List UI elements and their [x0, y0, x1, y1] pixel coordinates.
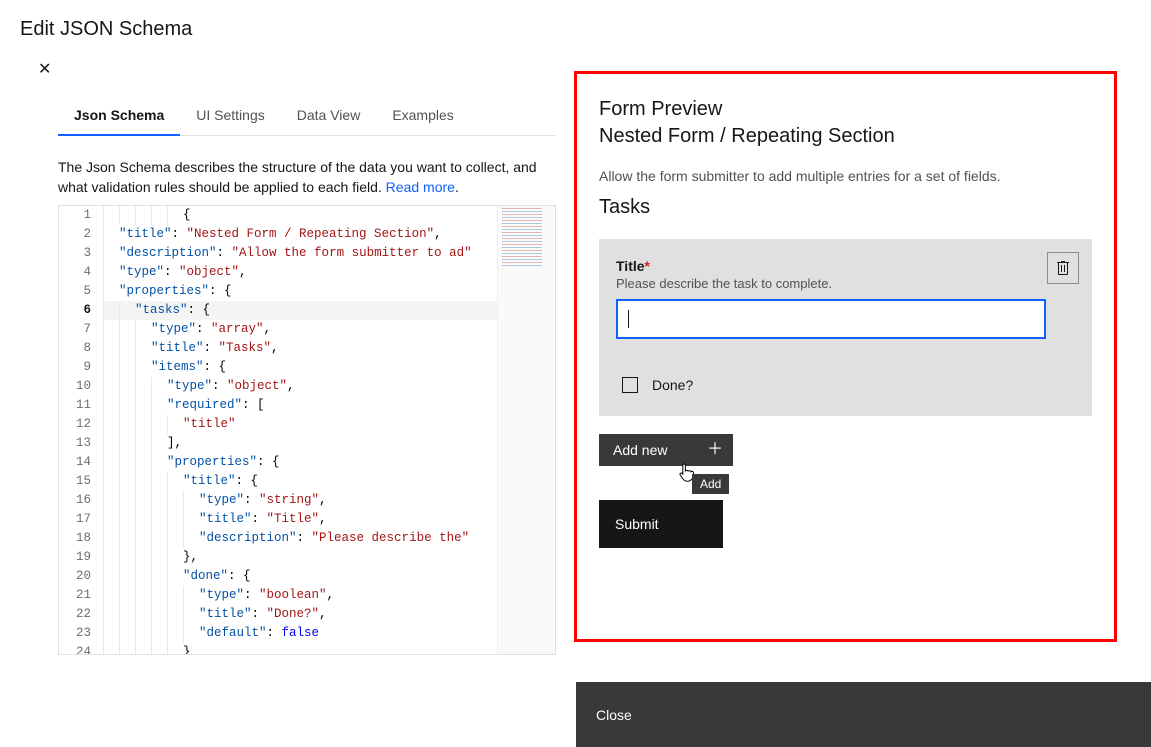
close-button[interactable]: Close — [576, 682, 1151, 747]
editor-minimap[interactable] — [497, 206, 555, 654]
plus-icon: ＋ — [707, 442, 723, 458]
title-field-label: Title* — [616, 258, 1075, 274]
done-label: Done? — [652, 377, 693, 393]
preview-frame: Form Preview Nested Form / Repeating Sec… — [574, 71, 1117, 642]
delete-task-button[interactable] — [1047, 252, 1079, 284]
tab-description: The Json Schema describes the structure … — [58, 158, 546, 197]
tab-data-view[interactable]: Data View — [281, 97, 377, 135]
tab-description-text: The Json Schema describes the structure … — [58, 159, 537, 195]
submit-button[interactable]: Submit — [599, 500, 723, 548]
tab-examples[interactable]: Examples — [376, 97, 469, 135]
title-field-help: Please describe the task to complete. — [616, 276, 1075, 291]
preview-form-title: Nested Form / Repeating Section — [599, 125, 1092, 148]
tab-ui-settings[interactable]: UI Settings — [180, 97, 280, 135]
trash-icon — [1055, 260, 1071, 276]
form-preview-panel: Form Preview Nested Form / Repeating Sec… — [574, 71, 1117, 642]
preview-section-title: Tasks — [599, 196, 1092, 219]
code-editor[interactable]: 1 2 3 4 5 6 7 8 9 10 11 12 13 14 15 16 1 — [58, 205, 556, 655]
preview-heading: Form Preview — [599, 98, 1092, 121]
schema-editor-panel: Json Schema UI Settings Data View Exampl… — [0, 97, 556, 655]
preview-form-description: Allow the form submitter to add multiple… — [599, 168, 1092, 184]
done-checkbox[interactable] — [622, 377, 638, 393]
editor-code[interactable]: {"title": "Nested Form / Repeating Secti… — [99, 206, 555, 654]
read-more-link[interactable]: Read more — [386, 179, 455, 195]
tab-json-schema[interactable]: Json Schema — [58, 97, 180, 136]
task-card: Title* Please describe the task to compl… — [599, 239, 1092, 416]
tabs: Json Schema UI Settings Data View Exampl… — [58, 97, 556, 136]
add-new-label: Add new — [613, 442, 667, 458]
editor-gutter: 1 2 3 4 5 6 7 8 9 10 11 12 13 14 15 16 1 — [59, 206, 99, 654]
title-input[interactable] — [616, 299, 1046, 339]
add-tooltip: Add — [692, 474, 729, 494]
add-new-button[interactable]: Add new ＋ Add — [599, 434, 733, 466]
page-title: Edit JSON Schema — [0, 0, 1151, 47]
required-marker: * — [645, 258, 650, 274]
